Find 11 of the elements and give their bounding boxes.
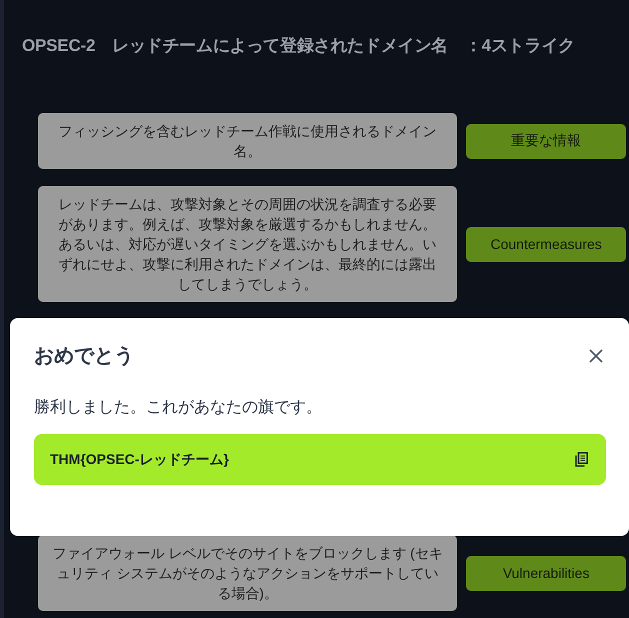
description-card[interactable]: フィッシングを含むレッドチーム作戦に使用されるドメイン名。 [38,113,458,169]
flag-text: THM{OPSEC-レッドチーム} [50,450,229,468]
page-title: OPSEC-2 レッドチームによって登録されたドメイン名 ：4ストライク [22,35,576,57]
dialog-message: 勝利しました。これがあなたの旗です。 [34,398,323,418]
description-card[interactable]: レッドチームは、攻撃対象とその周囲の状況を調査する必要があります。例えば、攻撃対象を厳選するかもしれません。あるいは、対応が遅いタイミングを選ぶかもしれません。いずれにせよ、攻撃に利用されたドメインは、最終的には露出してしまうでしょう。 [38,186,458,302]
copy-icon[interactable] [575,452,588,467]
answer-button[interactable]: Vulnerabilities [466,556,626,590]
answer-button[interactable]: 重要な情報 [466,124,626,158]
dialog-title: おめでとう [34,344,134,369]
answer-button[interactable]: Countermeasures [466,226,626,262]
description-card[interactable]: ファイアウォール レベルでそのサイトをブロックします (セキュリティ システムがそのようなアクションをサポートしている場合)。 [38,535,458,611]
